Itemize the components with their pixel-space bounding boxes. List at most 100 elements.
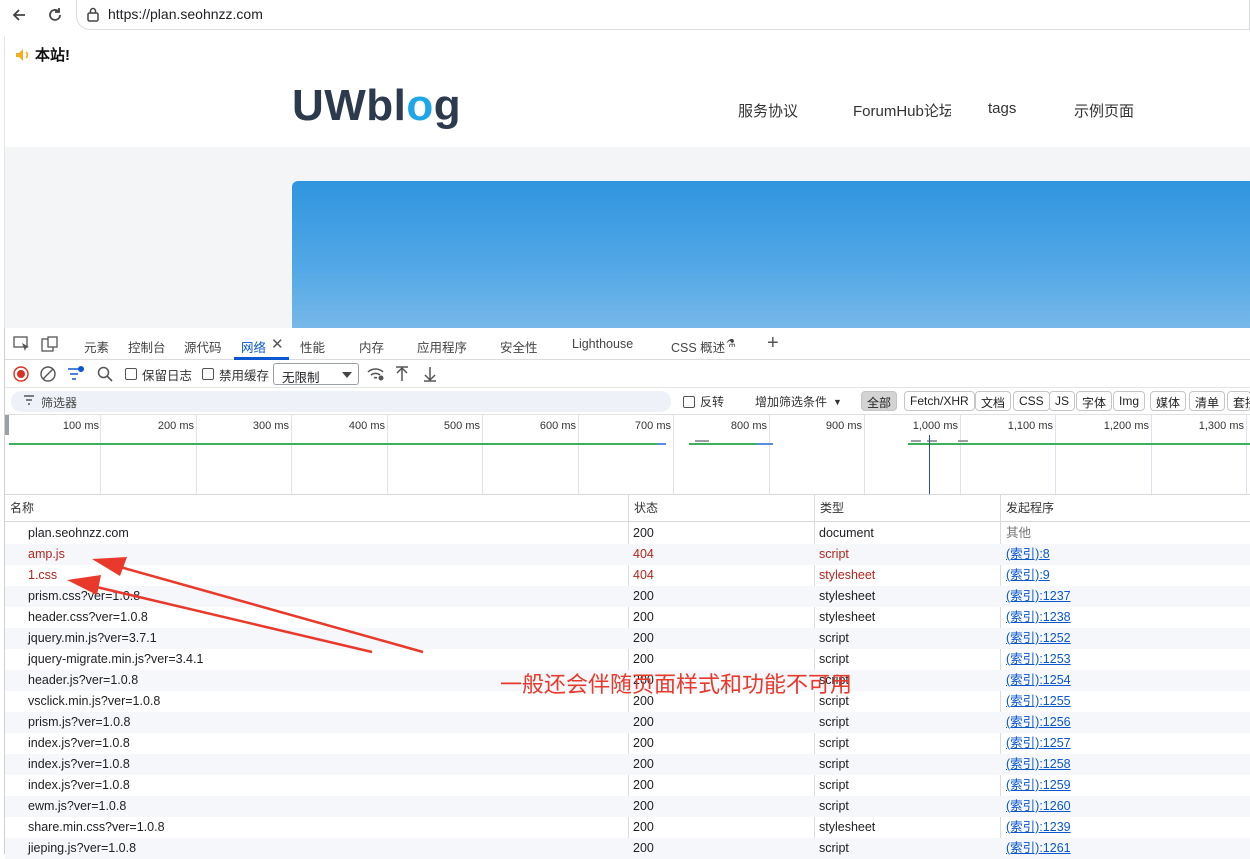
request-initiator[interactable]: (索引):1255: [1006, 691, 1071, 712]
tab-network[interactable]: 网络: [241, 337, 266, 356]
timeline-gridline: [960, 415, 961, 494]
back-button[interactable]: [8, 4, 30, 26]
network-conditions-button[interactable]: [367, 360, 385, 388]
request-initiator[interactable]: (索引):1256: [1006, 712, 1071, 733]
request-name: header.css?ver=1.0.8: [28, 610, 148, 624]
table-row[interactable]: index.js?ver=1.0.8 200 script (索引):1257: [5, 733, 1250, 754]
arrow-left-icon: [12, 9, 25, 21]
table-row[interactable]: jquery.min.js?ver=3.7.1 200 script (索引):125…: [5, 628, 1250, 649]
request-initiator[interactable]: (索引):1260: [1006, 796, 1071, 817]
request-name: index.js?ver=1.0.8: [28, 757, 130, 771]
table-row[interactable]: share.min.css?ver=1.0.8 200 stylesheet (索引)…: [5, 817, 1250, 838]
import-har-button[interactable]: [395, 360, 409, 388]
request-initiator[interactable]: (索引):1237: [1006, 586, 1071, 607]
devtools-panel: 元素 控制台 源代码 网络 ✕ 性能 内存 应用程序 安全性 Lighthous…: [4, 328, 1250, 859]
tab-console[interactable]: 控制台: [128, 337, 166, 356]
tab-memory[interactable]: 内存: [359, 337, 384, 356]
table-row[interactable]: plan.seohnzz.com 200 document 其他: [5, 523, 1250, 544]
search-button[interactable]: [97, 360, 113, 388]
nav-link-forum[interactable]: ForumHub论坛: [853, 100, 951, 121]
request-status: 404: [633, 568, 654, 582]
chip-font[interactable]: 字体: [1076, 391, 1113, 411]
column-header-initiator[interactable]: 发起程序: [1001, 495, 1054, 522]
request-name: jieping.js?ver=1.0.8: [28, 841, 137, 855]
export-har-button[interactable]: [423, 360, 437, 388]
chip-css[interactable]: CSS: [1013, 391, 1050, 411]
tab-css-overview[interactable]: CSS 概述: [671, 337, 725, 356]
filter-icon: [23, 394, 35, 409]
request-type: stylesheet: [819, 610, 876, 624]
chip-websocket[interactable]: 套接: [1227, 391, 1250, 411]
reload-button[interactable]: [44, 4, 66, 26]
request-initiator[interactable]: (索引):8: [1006, 544, 1050, 565]
tab-application[interactable]: 应用程序: [417, 337, 467, 356]
tab-elements[interactable]: 元素: [84, 337, 109, 356]
timeline-waterfall-bar: [958, 440, 968, 442]
url-text[interactable]: https://plan.seohnzz.com: [108, 6, 263, 22]
request-initiator[interactable]: (索引):1257: [1006, 733, 1071, 754]
request-initiator[interactable]: (索引):9: [1006, 565, 1050, 586]
tab-lighthouse[interactable]: Lighthouse: [572, 337, 633, 351]
add-tab-icon[interactable]: +: [767, 332, 779, 355]
inspect-icon[interactable]: [13, 336, 31, 352]
timeline-drag-handle[interactable]: [5, 415, 9, 435]
table-row[interactable]: header.css?ver=1.0.8 200 stylesheet (索引):12…: [5, 607, 1250, 628]
table-row[interactable]: amp.js 404 script (索引):8: [5, 544, 1250, 565]
chip-img[interactable]: Img: [1113, 391, 1146, 411]
record-button[interactable]: [13, 360, 29, 388]
request-type: script: [819, 736, 849, 750]
request-initiator[interactable]: (索引):1259: [1006, 775, 1071, 796]
tab-performance[interactable]: 性能: [300, 337, 325, 356]
nav-link-sample-page[interactable]: 示例页面: [1074, 100, 1134, 121]
request-initiator[interactable]: (索引):1254: [1006, 670, 1071, 691]
request-initiator[interactable]: (索引):1238: [1006, 607, 1071, 628]
request-name: prism.js?ver=1.0.8: [28, 715, 131, 729]
table-row[interactable]: ewm.js?ver=1.0.8 200 script (索引):1260: [5, 796, 1250, 817]
request-initiator[interactable]: (索引):1253: [1006, 649, 1071, 670]
request-status: 200: [633, 778, 654, 792]
disable-cache-checkbox[interactable]: 禁用缓存: [202, 360, 269, 388]
invert-checkbox[interactable]: 反转: [683, 388, 724, 415]
network-overview-timeline[interactable]: 100 ms 200 ms 300 ms 400 ms 500 ms 600 m…: [5, 415, 1250, 495]
site-logo[interactable]: UWblog: [292, 80, 461, 132]
table-row[interactable]: jieping.js?ver=1.0.8 200 script (索引):1261: [5, 838, 1250, 859]
table-row[interactable]: prism.js?ver=1.0.8 200 script (索引):1256: [5, 712, 1250, 733]
request-status: 200: [633, 799, 654, 813]
chip-fetch-xhr[interactable]: Fetch/XHR: [904, 391, 975, 411]
chip-all[interactable]: 全部: [861, 391, 898, 411]
chip-manifest[interactable]: 清单: [1189, 391, 1226, 411]
request-initiator[interactable]: (索引):1258: [1006, 754, 1071, 775]
close-tab-icon[interactable]: ✕: [271, 335, 284, 353]
table-row[interactable]: 1.css 404 stylesheet (索引):9: [5, 565, 1250, 586]
table-row[interactable]: prism.css?ver=1.0.8 200 stylesheet (索引):123…: [5, 586, 1250, 607]
tab-sources[interactable]: 源代码: [184, 337, 222, 356]
filter-toggle-button[interactable]: [67, 360, 85, 388]
column-header-status[interactable]: 状态: [629, 495, 658, 522]
request-initiator[interactable]: (索引):1261: [1006, 838, 1071, 859]
clear-button[interactable]: [40, 360, 56, 388]
request-initiator[interactable]: (索引):1239: [1006, 817, 1071, 838]
timeline-label: 900 ms: [825, 420, 862, 432]
chip-js[interactable]: JS: [1049, 391, 1076, 411]
request-type: stylesheet: [819, 820, 876, 834]
preserve-log-checkbox[interactable]: 保留日志: [125, 360, 192, 388]
checkbox-icon: [202, 368, 214, 380]
column-header-type[interactable]: 类型: [815, 495, 844, 522]
device-toolbar-icon[interactable]: [41, 336, 59, 352]
filter-input[interactable]: 筛选器: [11, 391, 671, 412]
throttle-select[interactable]: 无限制: [273, 363, 359, 385]
timeline-gridline: [1151, 415, 1152, 494]
tab-security[interactable]: 安全性: [500, 337, 538, 356]
request-status: 200: [633, 820, 654, 834]
more-filters-dropdown[interactable]: 增加筛选条件 ▼: [755, 388, 842, 415]
table-row[interactable]: index.js?ver=1.0.8 200 script (索引):1258: [5, 754, 1250, 775]
chip-doc[interactable]: 文档: [975, 391, 1012, 411]
timeline-gridline: [673, 415, 674, 494]
nav-link-tags[interactable]: tags: [988, 100, 1016, 117]
table-row[interactable]: index.js?ver=1.0.8 200 script (索引):1259: [5, 775, 1250, 796]
timeline-label: 1,000 ms: [912, 420, 958, 432]
request-initiator[interactable]: (索引):1252: [1006, 628, 1071, 649]
column-header-name[interactable]: 名称: [5, 495, 34, 522]
nav-link-terms[interactable]: 服务协议: [738, 100, 798, 121]
chip-media[interactable]: 媒体: [1150, 391, 1187, 411]
